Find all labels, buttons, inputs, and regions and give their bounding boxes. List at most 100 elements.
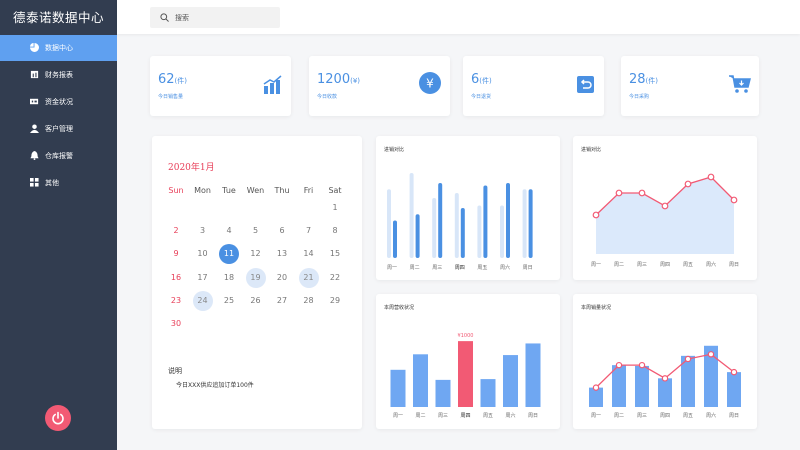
power-button[interactable] [45, 405, 71, 431]
sidebar-item-finance-report[interactable]: 财务报表 [0, 62, 117, 88]
calendar-day[interactable]: 3 [193, 221, 213, 241]
x-tick-label: 周三 [637, 262, 647, 268]
calendar-day[interactable]: 26 [246, 291, 266, 311]
calendar-day[interactable]: 22 [325, 268, 345, 288]
calendar-weekday: Thu [274, 186, 290, 195]
stat-label: 今日销售量 [158, 94, 184, 100]
calendar-day[interactable]: 23 [166, 291, 186, 311]
sidebar-item-label: 资金状况 [45, 98, 73, 106]
calendar-day[interactable]: 15 [325, 244, 345, 264]
bar [658, 378, 672, 407]
chart-weekly-volume: 周一 周二 周三 周四 周五 周六 周日 [589, 345, 741, 419]
data-point [638, 361, 646, 369]
bar [413, 354, 428, 407]
calendar-day[interactable]: 5 [246, 221, 266, 241]
calendar-day[interactable]: 4 [219, 221, 239, 241]
stat-value: 6(件) [471, 72, 492, 87]
stat-value: 28(件) [629, 72, 659, 87]
calendar-day[interactable]: 7 [299, 221, 319, 241]
chart-card-weekly-volume: 本周销量状况 周一 周二 周三 周四 周五 周六 周日 [573, 294, 757, 429]
sidebar-item-other[interactable]: 其他 [0, 170, 117, 196]
data-point [615, 189, 623, 197]
x-tick-label: 周日 [729, 413, 739, 419]
calendar-weekday: Fri [303, 186, 314, 195]
calendar-day[interactable]: 14 [299, 244, 319, 264]
calendar-day[interactable]: 11 [219, 244, 239, 265]
x-tick-label: 周五 [483, 413, 493, 419]
calendar-day[interactable]: 16 [166, 268, 186, 288]
svg-text:¥: ¥ [426, 77, 434, 91]
data-point [707, 173, 715, 181]
calendar-day[interactable]: 20 [272, 268, 292, 288]
sidebar-item-warehouse-alarm[interactable]: 仓库报警 [0, 143, 117, 169]
calendar-day[interactable]: 13 [272, 244, 292, 264]
calendar-day[interactable]: 30 [166, 314, 186, 334]
calendar-weekday: Tue [222, 186, 236, 195]
stat-label: 今日采购 [629, 94, 650, 100]
bar-series-0 [522, 189, 527, 258]
bar-series-1 [528, 189, 533, 258]
calendar-weekday: Wen [246, 186, 265, 195]
chart-weekly-revenue: ¥1000 周一 周二 周三 周四 周五 周六 周日 [390, 333, 541, 419]
calendar-day[interactable]: 10 [193, 244, 213, 264]
bell-icon [30, 151, 39, 160]
stat-card-receipts: 1200(¥) 今日收款 ¥ [309, 56, 450, 116]
sidebar-item-funds[interactable]: 资金状况 [0, 89, 117, 115]
data-point [730, 196, 738, 204]
pie-chart-icon [30, 43, 39, 52]
calendar-day[interactable]: 9 [166, 244, 186, 264]
chart-card-weekly-revenue: 本周营收状况 ¥1000 周一 周二 周三 周四 周五 周六 周日 [376, 294, 560, 429]
chart-sales-compare: 周一 周二 周三 周四 周五 周六 周日 [387, 173, 533, 271]
search-input[interactable]: 搜索 [150, 7, 280, 28]
x-tick-label: 周一 [393, 413, 403, 419]
calendar-day[interactable]: 8 [325, 221, 345, 241]
note-text: 今日XXX供应追加订单100件 [176, 382, 254, 389]
x-tick-label: 周三 [432, 265, 442, 271]
calendar-day[interactable]: 25 [219, 291, 239, 311]
calendar-day[interactable]: 19 [245, 267, 266, 288]
chart-sales-trend: 周一 周二 周三 周四 周五 周六 周日 [591, 173, 739, 268]
calendar-day[interactable]: 6 [272, 221, 292, 241]
bar-series-1 [460, 208, 465, 258]
x-tick-label: 周六 [500, 264, 510, 271]
calendar-day[interactable]: 2 [166, 221, 186, 241]
bar [635, 365, 649, 407]
sidebar-item-data-center[interactable]: 数据中心 [0, 35, 117, 61]
x-tick-label: 周四 [660, 413, 670, 419]
calendar-day[interactable]: 12 [246, 244, 266, 264]
x-tick-label: 周一 [591, 413, 601, 419]
bar-chart-icon [263, 75, 282, 94]
x-tick-label: 周四 [460, 413, 470, 419]
stat-card-sales: 62(件) 今日销售量 [150, 56, 291, 116]
search-icon [160, 13, 169, 22]
bar-series-0 [454, 193, 459, 258]
data-point [707, 351, 715, 358]
grid-icon [30, 178, 39, 187]
x-tick-label: 周二 [410, 265, 420, 271]
data-point [592, 384, 600, 391]
calendar-day[interactable]: 27 [272, 291, 292, 311]
x-tick-label: 周二 [415, 413, 425, 419]
sidebar-item-label: 数据中心 [45, 44, 73, 52]
data-point [684, 355, 692, 363]
calendar-day[interactable]: 24 [192, 290, 213, 311]
calendar-weekday: Mon [194, 186, 211, 195]
calendar-day[interactable]: 29 [325, 291, 345, 311]
calendar-day[interactable]: 1 [325, 198, 345, 218]
x-tick-label: 周五 [683, 413, 693, 419]
calendar-day[interactable]: 18 [219, 268, 239, 288]
x-tick-label: 周六 [706, 412, 716, 419]
calendar-day[interactable]: 21 [298, 267, 319, 288]
sidebar-item-customers[interactable]: 客户管理 [0, 116, 117, 142]
top-bar: 搜索 [117, 0, 800, 34]
bar-series-0 [477, 205, 482, 258]
money-icon [30, 98, 39, 105]
data-point [661, 375, 669, 382]
search-placeholder: 搜索 [175, 13, 189, 22]
return-icon [577, 76, 594, 93]
calendar-day[interactable]: 28 [299, 291, 319, 311]
note-title: 说明 [168, 367, 182, 375]
stat-value: 62(件) [158, 72, 188, 87]
calendar-day[interactable]: 17 [193, 268, 213, 288]
x-tick-label: 周四 [660, 262, 670, 268]
